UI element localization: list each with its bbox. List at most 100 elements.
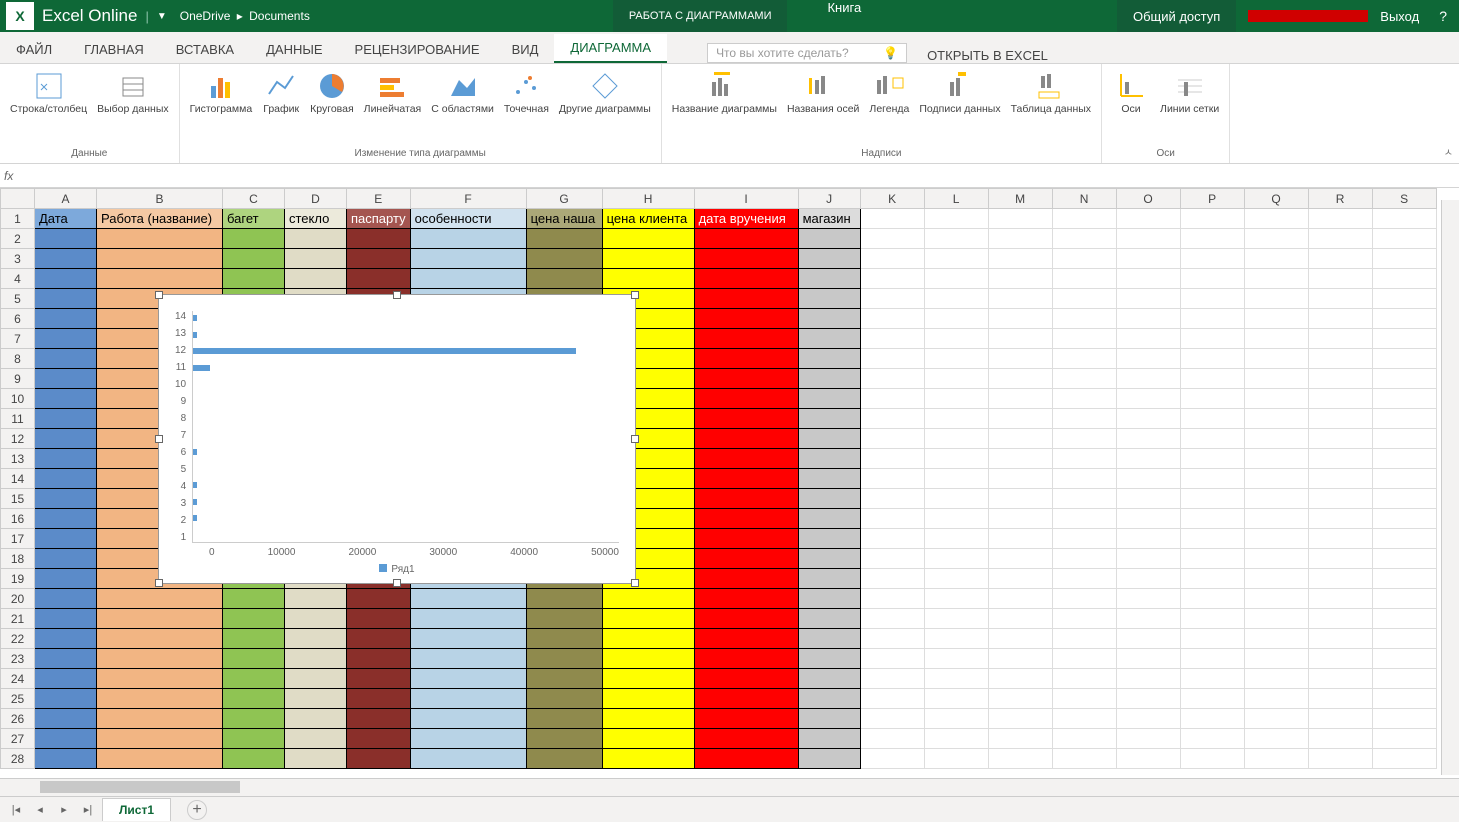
cell[interactable] [860,229,924,249]
cell[interactable] [694,449,798,469]
cell[interactable] [798,429,860,449]
cell[interactable] [1308,709,1372,729]
column-header[interactable]: K [860,189,924,209]
cell[interactable] [1308,589,1372,609]
cell[interactable] [410,729,526,749]
row-header[interactable]: 21 [1,609,35,629]
share-button[interactable]: Общий доступ [1117,0,1236,32]
cell[interactable] [1244,429,1308,449]
cell[interactable] [1372,589,1436,609]
cell[interactable] [860,449,924,469]
cell[interactable] [526,589,602,609]
cell[interactable] [526,669,602,689]
cell[interactable] [35,349,97,369]
cell[interactable] [285,589,347,609]
cell[interactable] [1308,349,1372,369]
cell[interactable] [988,389,1052,409]
cell[interactable] [35,489,97,509]
cell[interactable] [1308,649,1372,669]
cell[interactable] [1180,209,1244,229]
cell[interactable] [1180,529,1244,549]
cell[interactable] [97,669,223,689]
cell[interactable] [285,729,347,749]
column-header[interactable]: F [410,189,526,209]
column-header[interactable]: S [1372,189,1436,209]
cell[interactable] [1244,609,1308,629]
cell[interactable] [988,669,1052,689]
row-header[interactable]: 14 [1,469,35,489]
cell[interactable] [1244,229,1308,249]
cell[interactable] [860,509,924,529]
cell[interactable]: цена клиента [602,209,694,229]
row-header[interactable]: 9 [1,369,35,389]
cell[interactable] [798,329,860,349]
cell[interactable] [1116,429,1180,449]
cell[interactable] [1308,569,1372,589]
cell[interactable] [410,249,526,269]
cell[interactable] [1116,229,1180,249]
cell[interactable] [988,509,1052,529]
column-header[interactable]: H [602,189,694,209]
cell[interactable] [988,209,1052,229]
tab-nav-next[interactable]: ▸ [54,803,74,816]
tab-review[interactable]: РЕЦЕНЗИРОВАНИЕ [339,36,496,63]
cell[interactable] [1052,649,1116,669]
cell[interactable] [860,369,924,389]
cell[interactable] [1308,329,1372,349]
cell[interactable] [223,609,285,629]
cell[interactable] [988,689,1052,709]
cell[interactable] [347,689,411,709]
cell[interactable] [860,209,924,229]
cell[interactable] [1180,569,1244,589]
cell[interactable] [1244,589,1308,609]
cell[interactable] [526,629,602,649]
cell[interactable] [798,549,860,569]
column-header[interactable]: G [526,189,602,209]
cell[interactable] [1308,729,1372,749]
cell[interactable] [860,269,924,289]
cell[interactable] [1116,449,1180,469]
cell[interactable] [35,589,97,609]
cell[interactable] [602,589,694,609]
cell[interactable] [410,689,526,709]
cell[interactable] [694,269,798,289]
column-header[interactable]: P [1180,189,1244,209]
collapse-ribbon-icon[interactable]: ㅅ [1444,144,1453,159]
cell[interactable] [1244,449,1308,469]
cell[interactable] [1180,449,1244,469]
resize-handle[interactable] [631,579,639,587]
cell[interactable] [1244,749,1308,769]
cell[interactable] [694,389,798,409]
cell[interactable] [924,469,988,489]
cell[interactable] [798,469,860,489]
row-header[interactable]: 28 [1,749,35,769]
row-header[interactable]: 10 [1,389,35,409]
cell[interactable] [1116,549,1180,569]
cell[interactable] [988,229,1052,249]
cell[interactable] [35,689,97,709]
row-header[interactable]: 19 [1,569,35,589]
cell[interactable] [988,269,1052,289]
cell[interactable] [1308,229,1372,249]
cell[interactable] [1308,469,1372,489]
cell[interactable] [97,649,223,669]
cell[interactable] [1116,269,1180,289]
cell[interactable] [694,709,798,729]
cell[interactable] [694,249,798,269]
cell[interactable] [347,609,411,629]
spreadsheet-area[interactable]: ABCDEFGHIJKLMNOPQRS1ДатаРабота (название… [0,188,1459,778]
cell[interactable] [35,449,97,469]
cell[interactable] [1372,569,1436,589]
cell[interactable] [1372,289,1436,309]
cell[interactable] [347,629,411,649]
cell[interactable] [860,609,924,629]
cell[interactable] [285,629,347,649]
cell[interactable] [1372,629,1436,649]
cell[interactable] [1180,289,1244,309]
select-data-button[interactable]: Выбор данных [93,68,173,118]
cell[interactable] [1116,669,1180,689]
cell[interactable] [860,309,924,329]
cell[interactable] [860,389,924,409]
cell[interactable] [35,409,97,429]
cell[interactable] [924,269,988,289]
